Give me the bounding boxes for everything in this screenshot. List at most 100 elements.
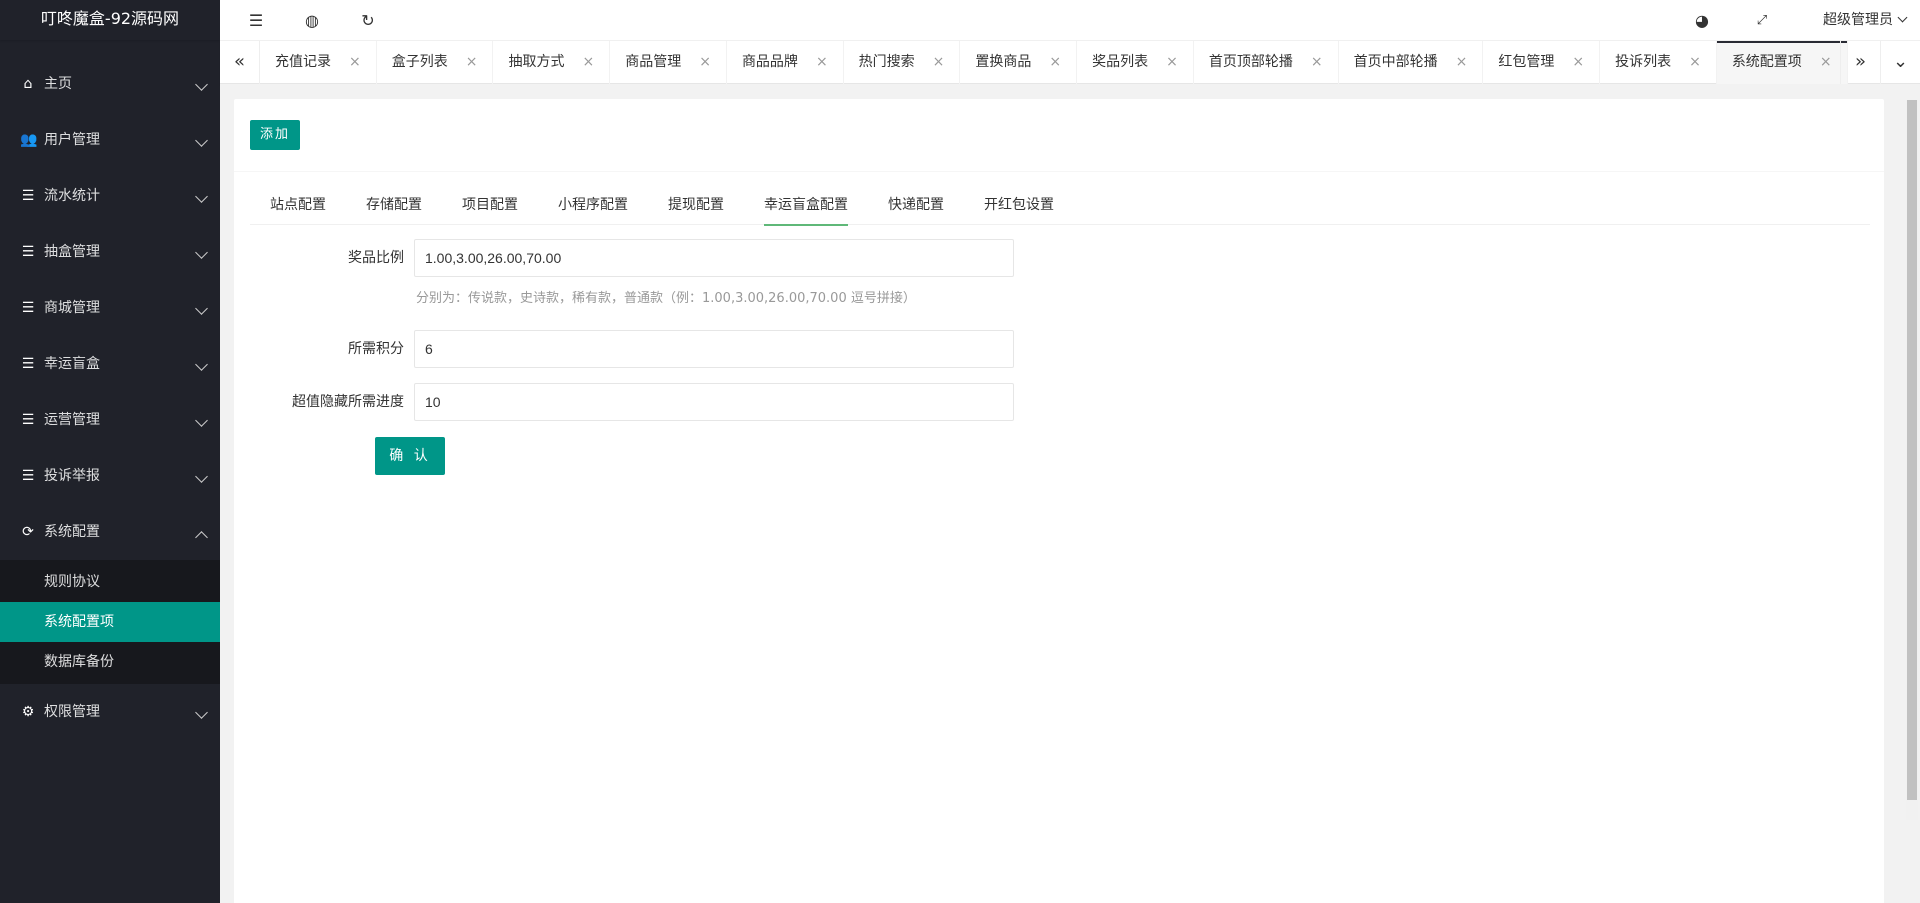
users-icon: 👥	[20, 132, 38, 148]
palette-icon[interactable]: ◕	[1674, 0, 1730, 41]
sidebar-item-label: 抽盒管理	[44, 244, 100, 260]
tab-exchange-products[interactable]: 置换商品 ×	[960, 41, 1078, 84]
list-icon: ☰	[21, 244, 35, 260]
globe-icon[interactable]: ◍	[284, 0, 340, 41]
user-menu[interactable]: 超级管理员	[1823, 0, 1908, 41]
close-icon[interactable]: ×	[816, 41, 828, 83]
tabs-scroll-right-icon[interactable]: »	[1840, 41, 1880, 84]
tab-label: 热门搜索	[858, 54, 915, 70]
confirm-button[interactable]: 确 认	[375, 437, 445, 475]
chevron-up-icon	[195, 531, 208, 544]
tabs-menu-chevron-down-icon[interactable]: ⌄	[1880, 41, 1920, 84]
tab-recharge-records[interactable]: 充值记录 ×	[260, 41, 377, 84]
fullscreen-icon[interactable]: ⤢	[1734, 0, 1790, 41]
config-tabs: 站点配置 存储配置 项目配置 小程序配置 提现配置 幸运盲盒配置 快递配置 开红…	[250, 189, 1870, 226]
hidden-progress-input[interactable]	[414, 383, 1014, 421]
sidebar-submenu-system-config: 规则协议 系统配置项 数据库备份	[0, 560, 220, 684]
tab-project-config[interactable]: 项目配置	[442, 189, 538, 225]
sidebar-subitem-rules[interactable]: 规则协议	[0, 562, 220, 602]
app-logo-title: 叮咚魔盒-92源码网	[0, 0, 220, 40]
scrollbar[interactable]	[1906, 100, 1918, 820]
sidebar-item-lucky-box[interactable]: ☰ 幸运盲盒	[0, 336, 220, 392]
prize-ratio-input[interactable]	[414, 239, 1014, 277]
chevron-down-icon	[1897, 12, 1908, 23]
sidebar-item-complaints[interactable]: ☰ 投诉举报	[0, 448, 220, 504]
chevron-down-icon	[195, 134, 208, 147]
close-icon[interactable]: ×	[1820, 41, 1832, 83]
tab-home-top-carousel[interactable]: 首页顶部轮播 ×	[1194, 41, 1339, 84]
close-icon[interactable]: ×	[699, 41, 711, 83]
scrollbar-thumb[interactable]	[1907, 100, 1917, 800]
tab-label: 商品管理	[625, 54, 682, 70]
close-icon[interactable]: ×	[349, 41, 361, 83]
points-input[interactable]	[414, 330, 1014, 368]
main-content: 添加 站点配置 存储配置 项目配置 小程序配置 提现配置 幸运盲盒配置 快递配置…	[220, 84, 1920, 903]
tab-lucky-box-config[interactable]: 幸运盲盒配置	[744, 189, 868, 226]
sidebar-item-label: 投诉举报	[44, 468, 100, 484]
tab-prize-list[interactable]: 奖品列表 ×	[1077, 41, 1194, 84]
config-card: 添加 站点配置 存储配置 项目配置 小程序配置 提现配置 幸运盲盒配置 快递配置…	[234, 99, 1884, 903]
tab-label: 首页顶部轮播	[1208, 54, 1293, 70]
home-icon: ⌂	[23, 76, 33, 92]
tab-storage-config[interactable]: 存储配置	[346, 189, 442, 225]
sidebar-subitem-db-backup[interactable]: 数据库备份	[0, 642, 220, 682]
close-icon[interactable]: ×	[1572, 41, 1584, 83]
tab-site-config[interactable]: 站点配置	[250, 189, 346, 225]
sidebar-item-home[interactable]: ⌂ 主页	[0, 56, 220, 112]
sidebar-item-box-draw[interactable]: ☰ 抽盒管理	[0, 224, 220, 280]
tab-product-management[interactable]: 商品管理 ×	[610, 41, 727, 84]
tab-label: 系统配置项	[1731, 54, 1802, 70]
points-label: 所需积分	[348, 341, 404, 357]
sidebar: 叮咚魔盒-92源码网 ⌂ 主页 👥 用户管理 ☰ 流水统计 ☰ 抽盒管理 ☰ 商城管理 ☰…	[0, 0, 220, 903]
gear-icon: ⚙	[21, 704, 35, 720]
tab-box-list[interactable]: 盒子列表 ×	[377, 41, 494, 84]
tab-express-config[interactable]: 快递配置	[868, 189, 964, 225]
sidebar-item-operations[interactable]: ☰ 运营管理	[0, 392, 220, 448]
tabs-scroll-left-icon[interactable]: «	[220, 41, 260, 84]
sidebar-item-users[interactable]: 👥 用户管理	[0, 112, 220, 168]
page-tabs-bar: « 充值记录 × 盒子列表 × 抽取方式 × 商品管理 × 商品品牌 × 热门搜索 × 置换…	[220, 41, 1920, 84]
sidebar-item-label: 主页	[44, 76, 72, 92]
close-icon[interactable]: ×	[1689, 41, 1701, 83]
close-icon[interactable]: ×	[1166, 41, 1178, 83]
tab-red-packet-settings[interactable]: 开红包设置	[964, 189, 1074, 225]
refresh-icon[interactable]: ↻	[340, 0, 396, 41]
tab-hot-search[interactable]: 热门搜索 ×	[844, 41, 961, 84]
tab-label: 商品品牌	[741, 54, 798, 70]
page-tabs: 充值记录 × 盒子列表 × 抽取方式 × 商品管理 × 商品品牌 × 热门搜索 × 置换商品…	[260, 41, 1848, 84]
sidebar-toggle-icon[interactable]: ☰	[228, 0, 284, 41]
sidebar-item-permissions[interactable]: ⚙ 权限管理	[0, 684, 220, 740]
tab-red-packet[interactable]: 红包管理 ×	[1483, 41, 1601, 84]
list-icon: ☰	[21, 188, 35, 204]
tab-system-config-items[interactable]: 系统配置项 ×	[1716, 41, 1848, 84]
close-icon[interactable]: ×	[1456, 41, 1468, 83]
close-icon[interactable]: ×	[582, 41, 594, 83]
chevron-down-icon	[195, 246, 208, 259]
sidebar-subitem-system-config-items[interactable]: 系统配置项	[0, 602, 220, 642]
close-icon[interactable]: ×	[1049, 41, 1061, 83]
list-icon: ☰	[21, 468, 35, 484]
tab-home-middle-carousel[interactable]: 首页中部轮播 ×	[1339, 41, 1484, 84]
tab-label: 红包管理	[1498, 54, 1555, 70]
list-icon: ☰	[21, 412, 35, 428]
sidebar-item-flow-stats[interactable]: ☰ 流水统计	[0, 168, 220, 224]
tab-label: 盒子列表	[391, 54, 448, 70]
list-icon: ☰	[21, 300, 35, 316]
tab-label: 首页中部轮播	[1353, 54, 1438, 70]
tab-miniprogram-config[interactable]: 小程序配置	[538, 189, 648, 225]
chevron-down-icon	[195, 302, 208, 315]
tab-product-brand[interactable]: 商品品牌 ×	[727, 41, 844, 84]
tab-draw-method[interactable]: 抽取方式 ×	[493, 41, 611, 84]
sidebar-item-system-config[interactable]: ⟳ 系统配置	[0, 504, 220, 560]
tab-complaint-list[interactable]: 投诉列表 ×	[1600, 41, 1717, 84]
tab-withdraw-config[interactable]: 提现配置	[648, 189, 744, 225]
close-icon[interactable]: ×	[1311, 41, 1323, 83]
tab-label: 置换商品	[975, 54, 1032, 70]
sidebar-item-mall[interactable]: ☰ 商城管理	[0, 280, 220, 336]
add-button[interactable]: 添加	[250, 120, 301, 150]
chevron-down-icon	[195, 706, 208, 719]
tab-label: 充值记录	[275, 54, 331, 70]
sidebar-nav: ⌂ 主页 👥 用户管理 ☰ 流水统计 ☰ 抽盒管理 ☰ 商城管理 ☰ 幸运盲盒 ☰ 运营管理 …	[0, 40, 220, 740]
close-icon[interactable]: ×	[466, 41, 478, 83]
close-icon[interactable]: ×	[933, 41, 945, 83]
